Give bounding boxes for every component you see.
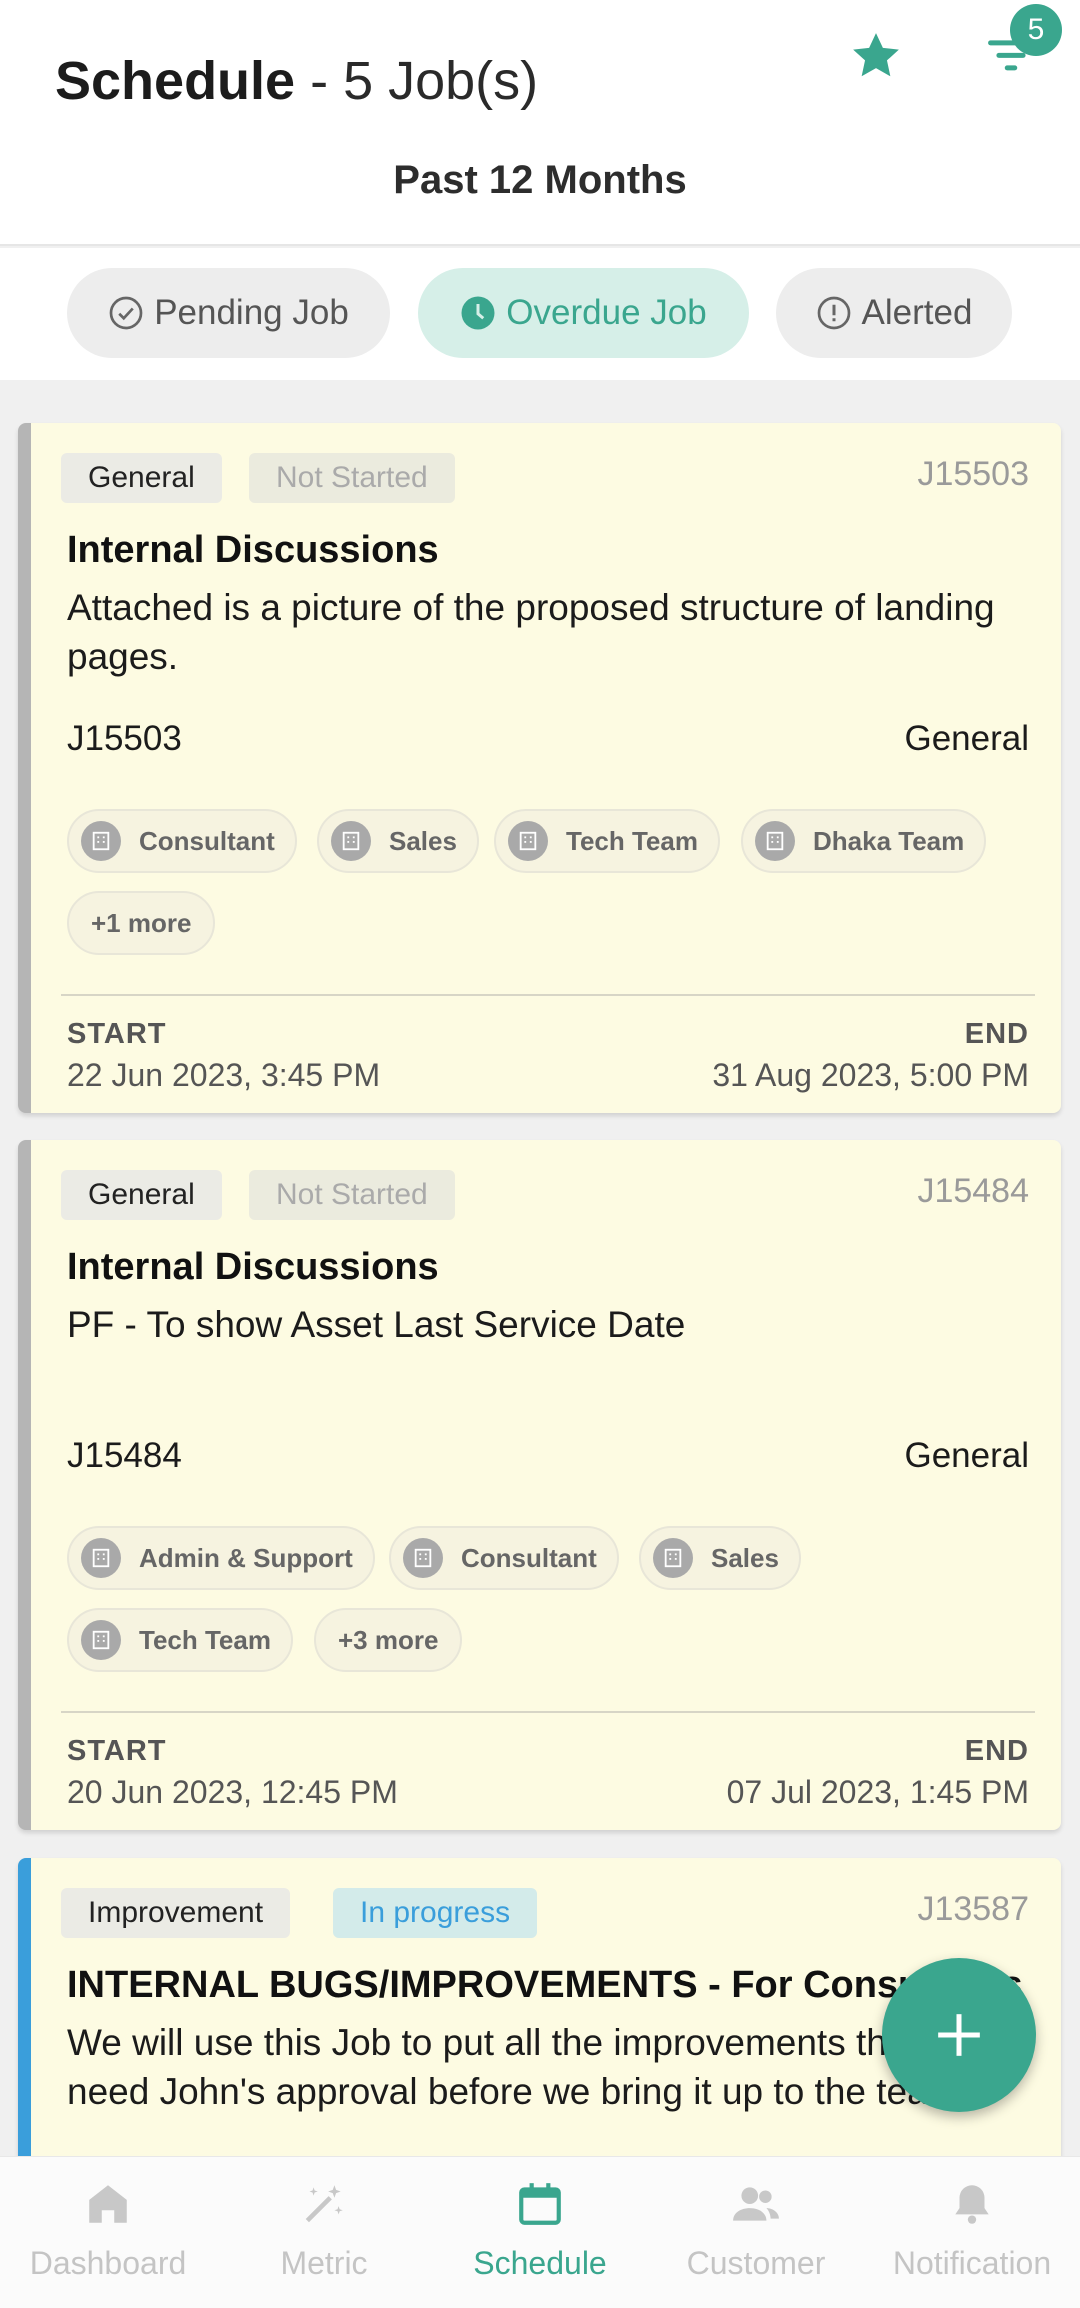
card-divider bbox=[61, 994, 1035, 996]
job-list: General Not Started J15503 Internal Disc… bbox=[0, 380, 1080, 2156]
end-label: END bbox=[964, 1018, 1029, 1050]
sparkles-icon bbox=[305, 2185, 343, 2223]
start-date: 22 Jun 2023, 3:45 PM bbox=[67, 1057, 381, 1093]
team-tag-label: Dhaka Team bbox=[813, 825, 965, 856]
building-icon bbox=[403, 1538, 443, 1578]
team-tag: Consultant bbox=[389, 1526, 619, 1590]
category-chip: Improvement bbox=[61, 1888, 291, 1938]
job-ref: J15503 bbox=[67, 719, 182, 758]
nav-metric[interactable]: Metric bbox=[216, 2157, 432, 2308]
filter-count-badge: 5 bbox=[1010, 4, 1062, 56]
building-icon bbox=[508, 821, 548, 861]
end-date: 07 Jul 2023, 1:45 PM bbox=[726, 1774, 1029, 1810]
card-divider bbox=[61, 1711, 1035, 1713]
job-description: We will use this Job to put all the impr… bbox=[67, 2022, 980, 2112]
add-job-button[interactable] bbox=[882, 1958, 1036, 2112]
job-card[interactable]: General Not Started J15503 Internal Disc… bbox=[18, 423, 1061, 1113]
job-count: - 5 Job(s) bbox=[295, 51, 539, 111]
job-id: J13587 bbox=[917, 1890, 1029, 1928]
team-tag-label: Admin & Support bbox=[139, 1542, 353, 1573]
team-tag: Dhaka Team bbox=[741, 809, 987, 873]
page-title-text: Schedule bbox=[55, 51, 296, 111]
job-title: INTERNAL BUGS/IMPROVEMENTS - For Consult… bbox=[67, 1964, 1023, 2006]
tab-label: Overdue Job bbox=[506, 293, 707, 332]
bell-icon bbox=[955, 2185, 989, 2224]
period-selector[interactable]: Past 12 Months bbox=[0, 158, 1080, 203]
tab-alerted[interactable]: Alerted bbox=[776, 268, 1012, 358]
job-title: Internal Discussions bbox=[67, 529, 439, 571]
job-type: General bbox=[904, 1436, 1029, 1475]
job-type: General bbox=[904, 719, 1029, 758]
job-id: J15484 bbox=[917, 1172, 1029, 1210]
team-tag: Admin & Support bbox=[67, 1526, 375, 1590]
start-date: 20 Jun 2023, 12:45 PM bbox=[67, 1774, 398, 1810]
category-chip: General bbox=[61, 453, 222, 503]
nav-label: Dashboard bbox=[29, 2245, 187, 2281]
calendar-icon bbox=[519, 2183, 561, 2225]
nav-label: Customer bbox=[686, 2245, 826, 2281]
team-tag-label: Tech Team bbox=[139, 1624, 271, 1655]
home-icon bbox=[89, 2185, 127, 2223]
page-title: Schedule - 5 Job(s) bbox=[55, 50, 538, 112]
team-tag-label: Sales bbox=[389, 825, 457, 856]
job-description: Attached is a picture of the proposed st… bbox=[67, 587, 995, 677]
status-chip: Not Started bbox=[249, 453, 455, 503]
nav-label: Schedule bbox=[473, 2245, 607, 2281]
check-circle-icon bbox=[109, 296, 143, 330]
nav-dashboard[interactable]: Dashboard bbox=[0, 2157, 216, 2308]
building-icon bbox=[81, 1620, 121, 1660]
nav-customer[interactable]: Customer bbox=[648, 2157, 864, 2308]
tab-label: Pending Job bbox=[154, 293, 349, 332]
more-teams-tag[interactable]: +3 more bbox=[314, 1608, 463, 1672]
alert-circle-icon bbox=[817, 296, 850, 330]
job-id: J15503 bbox=[917, 455, 1029, 493]
app-header: Schedule - 5 Job(s) 5 Past 12 Months bbox=[0, 0, 1080, 246]
team-tag: Tech Team bbox=[494, 809, 720, 873]
nav-notification[interactable]: Notification bbox=[864, 2157, 1080, 2308]
job-filter-tabs: Pending Job Overdue Job Alerted bbox=[0, 248, 1080, 380]
nav-label: Notification bbox=[892, 2245, 1052, 2281]
job-ref: J15484 bbox=[67, 1436, 182, 1475]
tab-label: Alerted bbox=[861, 293, 973, 332]
start-label: START bbox=[67, 1735, 167, 1767]
building-icon bbox=[81, 1538, 121, 1578]
start-label: START bbox=[67, 1018, 167, 1050]
building-icon bbox=[653, 1538, 693, 1578]
plus-icon bbox=[938, 2014, 980, 2056]
tab-pending-job[interactable]: Pending Job bbox=[67, 268, 390, 358]
building-icon bbox=[755, 821, 795, 861]
status-chip: Not Started bbox=[249, 1170, 455, 1220]
category-chip: General bbox=[61, 1170, 222, 1220]
people-icon bbox=[733, 2187, 779, 2221]
job-card[interactable]: General Not Started J15484 Internal Disc… bbox=[18, 1140, 1061, 1830]
end-label: END bbox=[964, 1735, 1029, 1767]
team-tag: Tech Team bbox=[67, 1608, 293, 1672]
team-tag-label: Consultant bbox=[139, 825, 275, 856]
clock-icon bbox=[461, 296, 495, 330]
tab-overdue-job[interactable]: Overdue Job bbox=[418, 268, 749, 358]
job-description: PF - To show Asset Last Service Date bbox=[67, 1304, 686, 1345]
building-icon bbox=[331, 821, 371, 861]
nav-schedule[interactable]: Schedule bbox=[432, 2157, 648, 2308]
team-tag: Sales bbox=[317, 809, 479, 873]
team-tag-label: Consultant bbox=[461, 1542, 597, 1573]
favorite-star-icon[interactable] bbox=[848, 28, 904, 84]
end-date: 31 Aug 2023, 5:00 PM bbox=[712, 1057, 1029, 1093]
nav-label: Metric bbox=[280, 2245, 368, 2281]
bottom-navigation: Dashboard Metric Schedule Customer Notif… bbox=[0, 2156, 1080, 2308]
team-tag-label: Tech Team bbox=[566, 825, 698, 856]
status-chip: In progress bbox=[333, 1888, 538, 1938]
team-tag-label: Sales bbox=[711, 1542, 779, 1573]
team-tag: Consultant bbox=[67, 809, 297, 873]
building-icon bbox=[81, 821, 121, 861]
job-title: Internal Discussions bbox=[67, 1246, 439, 1288]
more-teams-tag[interactable]: +1 more bbox=[67, 891, 216, 955]
team-tag: Sales bbox=[639, 1526, 801, 1590]
